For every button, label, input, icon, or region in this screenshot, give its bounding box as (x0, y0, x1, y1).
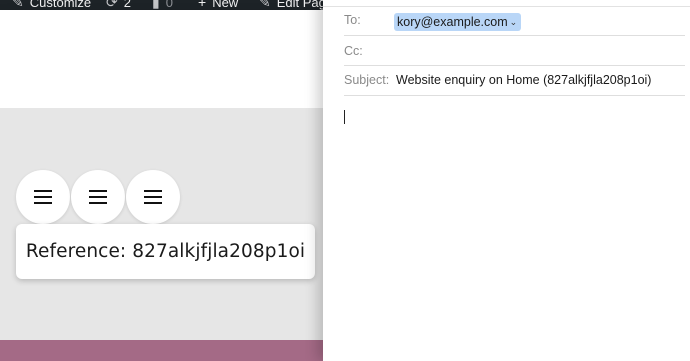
mail-compose-window: To: kory@example.com ⌄ Cc: Subject: Webs… (323, 0, 690, 361)
edit-page-link[interactable]: ✎ Edit Page (259, 0, 323, 10)
paintbrush-icon: ✎ (12, 0, 24, 10)
new-content-link[interactable]: + New (198, 0, 238, 10)
plus-icon: + (198, 0, 207, 10)
message-body[interactable] (344, 104, 685, 354)
comments-link[interactable]: ▮ 0 (152, 0, 173, 10)
chevron-down-icon: ⌄ (509, 16, 518, 27)
hamburger-icon (144, 190, 162, 204)
recipient-address: kory@example.com (397, 15, 508, 29)
hamburger-icon (34, 190, 52, 204)
recipient-token[interactable]: kory@example.com ⌄ (394, 13, 522, 31)
updates-link[interactable]: ⟳ 2 (106, 0, 131, 10)
menu-button-3[interactable] (126, 170, 180, 224)
admin-bar: ✎ Customize ⟳ 2 ▮ 0 + New ✎ Edit Page (0, 0, 323, 10)
site-header (0, 10, 323, 108)
to-row: To: kory@example.com ⌄ (344, 6, 685, 36)
new-label: New (212, 0, 239, 10)
subject-field[interactable]: Website enquiry on Home (827alkjfjla208p… (396, 73, 651, 87)
customize-link[interactable]: ✎ Customize (12, 0, 91, 10)
subject-row: Subject: Website enquiry on Home (827alk… (344, 66, 685, 96)
updates-icon: ⟳ (106, 0, 118, 10)
menu-button-2[interactable] (71, 170, 125, 224)
to-label: To: (344, 13, 361, 27)
cc-label: Cc: (344, 44, 363, 58)
reference-card: Reference: 827alkjfjla208p1oi (16, 224, 315, 279)
footer-strip (0, 340, 323, 361)
comments-count: 0 (165, 0, 173, 10)
reference-text: Reference: 827alkjfjla208p1oi (25, 241, 306, 262)
pencil-icon: ✎ (259, 0, 271, 10)
cc-row[interactable]: Cc: (344, 36, 685, 66)
customize-label: Customize (29, 0, 92, 10)
text-cursor (344, 110, 345, 124)
edit-page-label: Edit Page (276, 0, 323, 10)
comment-icon: ▮ (152, 0, 160, 10)
menu-button-1[interactable] (16, 170, 70, 224)
subject-label: Subject: (344, 73, 390, 87)
updates-count: 2 (123, 0, 131, 10)
hamburger-icon (89, 190, 107, 204)
